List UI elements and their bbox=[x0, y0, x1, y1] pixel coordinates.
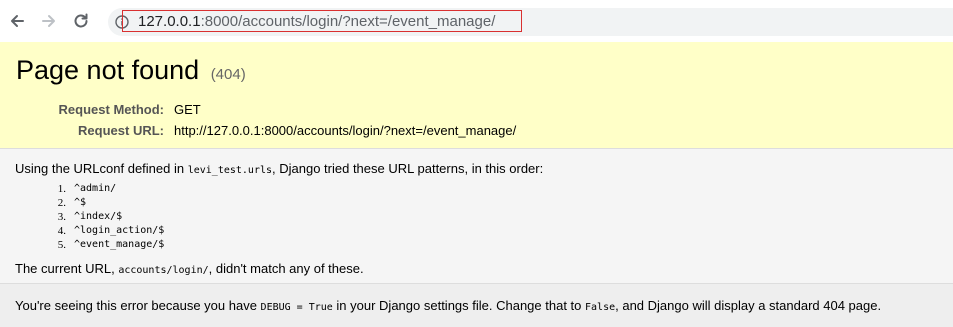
request-method-value: GET bbox=[174, 102, 201, 117]
url-pattern-item: 4. ^login_action/$ bbox=[44, 224, 165, 238]
request-method-row: Request Method: GET bbox=[40, 99, 516, 120]
request-url-label: Request URL: bbox=[78, 123, 164, 138]
forward-button[interactable] bbox=[36, 8, 62, 34]
pattern-text: ^$ bbox=[74, 197, 87, 208]
error-explanation: You're seeing this error because you hav… bbox=[0, 284, 953, 327]
url-pattern-list: 1. ^admin/ 2. ^$ 3. ^index/$ 4. ^login_actio… bbox=[44, 182, 165, 252]
url-text[interactable]: 127.0.0.1:8000/accounts/login/?next=/eve… bbox=[138, 13, 495, 31]
pattern-text: ^login_action/$ bbox=[74, 225, 165, 236]
pattern-number: 2. bbox=[57, 197, 66, 209]
explanation-part2: in your Django settings file. Change tha… bbox=[332, 298, 586, 313]
arrow-right-icon bbox=[41, 13, 57, 29]
status-code: (404) bbox=[210, 66, 246, 83]
request-url-value: http://127.0.0.1:8000/accounts/login/?ne… bbox=[174, 123, 517, 138]
pattern-text: ^admin/ bbox=[74, 183, 117, 194]
urlconf-module: levi_test.urls bbox=[187, 165, 273, 176]
page-title-text: Page not found bbox=[16, 55, 200, 85]
pattern-text: ^event_manage/$ bbox=[74, 239, 165, 250]
current-url-suffix: , didn't match any of these. bbox=[208, 261, 364, 276]
pattern-text: ^index/$ bbox=[74, 211, 123, 222]
request-url-row: Request URL: http://127.0.0.1:8000/accou… bbox=[40, 120, 516, 141]
current-url-prefix: The current URL, bbox=[15, 261, 119, 276]
url-path: :8000/accounts/login/?next=/event_manage… bbox=[200, 13, 496, 30]
debug-setting-code: DEBUG = True bbox=[260, 302, 333, 313]
request-meta-table: Request Method: GET Request URL: http://… bbox=[40, 99, 517, 141]
arrow-left-icon bbox=[9, 13, 25, 29]
pattern-number: 3. bbox=[57, 211, 66, 223]
explanation-text: You're seeing this error because you hav… bbox=[15, 298, 881, 316]
page-title: Page not found (404) bbox=[16, 54, 246, 91]
false-code: False bbox=[585, 302, 616, 313]
reload-button[interactable] bbox=[68, 8, 94, 34]
url-pattern-item: 1. ^admin/ bbox=[44, 182, 164, 196]
current-url-line: The current URL, accounts/login/, didn't… bbox=[15, 261, 364, 279]
urlconf-prefix: Using the URLconf defined in bbox=[15, 161, 188, 176]
url-pattern-item: 5. ^event_manage/$ bbox=[44, 238, 165, 252]
urlconf-line: Using the URLconf defined in levi_test.u… bbox=[15, 161, 543, 179]
url-host: 127.0.0.1 bbox=[138, 13, 201, 30]
current-url-path: accounts/login/ bbox=[118, 265, 209, 276]
error-info: Using the URLconf defined in levi_test.u… bbox=[0, 149, 953, 284]
pattern-number: 4. bbox=[57, 225, 66, 237]
reload-icon bbox=[72, 12, 90, 30]
pattern-number: 5. bbox=[57, 239, 66, 251]
explanation-part1: You're seeing this error because you hav… bbox=[15, 298, 261, 313]
urlconf-suffix: , Django tried these URL patterns, in th… bbox=[272, 161, 544, 176]
url-pattern-item: 2. ^$ bbox=[44, 196, 164, 210]
error-summary: Page not found (404) Request Method: GET… bbox=[0, 42, 953, 149]
address-bar[interactable]: 127.0.0.1:8000/accounts/login/?next=/eve… bbox=[108, 8, 953, 36]
explanation-part3: , and Django will display a standard 404… bbox=[615, 298, 882, 313]
browser-toolbar: 127.0.0.1:8000/accounts/login/?next=/eve… bbox=[0, 0, 953, 43]
request-method-label: Request Method: bbox=[58, 102, 164, 117]
url-pattern-item: 3. ^index/$ bbox=[44, 210, 164, 224]
back-button[interactable] bbox=[4, 8, 30, 34]
pattern-number: 1. bbox=[57, 183, 66, 195]
